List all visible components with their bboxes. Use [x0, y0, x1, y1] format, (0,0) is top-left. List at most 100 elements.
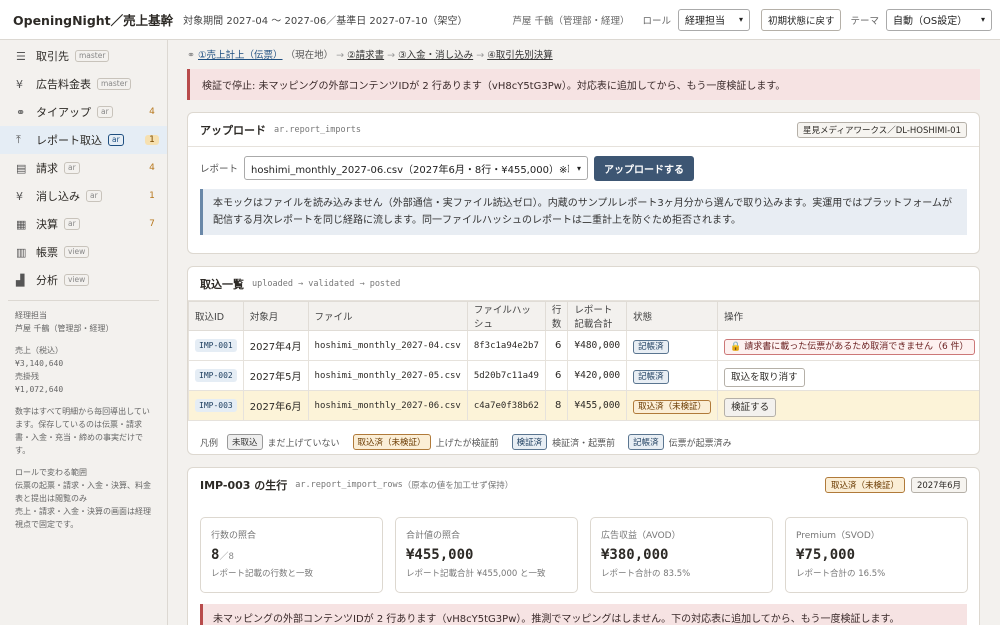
validation-error-banner: 検証で停止: 未マッピングの外部コンテンツIDが 2 行あります（vH8cY5t… — [187, 69, 980, 100]
stat-note: レポート記載の行数と一致 — [211, 569, 314, 579]
import-id: IMP-003 — [195, 399, 237, 412]
reset-button[interactable]: 初期状態に戻す — [760, 8, 842, 31]
column-header: 状態 — [626, 301, 719, 331]
breadcrumb-step-3[interactable]: ③入金・消し込み — [398, 50, 473, 61]
sidebar-item[interactable]: ▦ 決算 ar 7 — [0, 210, 167, 238]
role-select[interactable]: 経理担当 ▾ — [677, 8, 750, 31]
table-row: IMP-001 2027年4月 hoshimi_monthly_2027-04.cs… — [188, 330, 979, 361]
sidebar-item-chip: master — [75, 50, 110, 62]
stat-value: ¥455,000 — [406, 547, 474, 563]
sidebar-item-label: 取引先 — [36, 50, 69, 63]
file-name: hoshimi_monthly_2027-05.csv — [307, 360, 468, 391]
sidebar-item-chip: master — [97, 78, 132, 90]
theme-label: テーマ — [850, 15, 879, 27]
row-count: 8 — [544, 390, 569, 421]
sidebar-note: 数字はすべて明細から毎回導出しています。保存しているのは伝票・請求書・入金・充当… — [15, 407, 150, 455]
status-badge: 取込済（未検証） — [633, 399, 712, 414]
sidebar-item-label: 消し込み — [36, 190, 80, 203]
database-icon: ☰ — [16, 49, 26, 63]
file-hash: 8f3c1a94e2b7 — [466, 330, 546, 361]
status-badge: 記帳済 — [633, 339, 669, 354]
stat-label: 広告収益（AVOD） — [601, 531, 681, 541]
sidebar-item-label: タイアップ — [36, 106, 91, 119]
column-header: 行数 — [544, 301, 569, 331]
breadcrumb-step-1[interactable]: ①売上計上（伝票） — [198, 50, 283, 61]
table-name: ar.report_import_rows — [295, 480, 403, 490]
row-count: 6 — [544, 360, 569, 391]
sidebar-item-count: 1 — [149, 191, 155, 201]
sidebar-item[interactable]: ¥ 消し込み ar 1 — [0, 182, 167, 210]
breadcrumb: ⚭ ①売上計上（伝票） （現在地） → ②請求書 → ③入金・消し込み → ④取… — [187, 50, 553, 61]
sidebar-item[interactable]: ▤ 請求 ar 4 — [0, 154, 167, 182]
detail-title: IMP-003 の生行 — [200, 479, 288, 492]
sidebar-item-chip: ar — [86, 190, 102, 202]
upload-info: 本モックはファイルを読み込みません（外部通信・実ファイル読込ゼロ）。内蔵のサンプ… — [200, 189, 967, 235]
chevron-down-icon: ▾ — [738, 15, 743, 24]
validate-button[interactable]: 検証する — [724, 397, 777, 417]
stat-card: 広告収益（AVOD） ¥380,000 レポート合計の 83.5% — [590, 517, 773, 593]
sidebar-item-count: 1 — [145, 135, 159, 145]
sidebar-role: 経理担当 — [15, 311, 47, 320]
theme-select[interactable]: 自動（OS設定） ▾ — [886, 8, 992, 31]
month-badge: 2027年6月 — [910, 477, 967, 493]
receivable-value: ¥1,072,640 — [15, 385, 64, 394]
sidebar-item[interactable]: ⤒ レポート取込 ar 1 — [0, 126, 167, 154]
sidebar-divider — [8, 300, 159, 301]
sidebar-item-label: 決算 — [36, 218, 58, 231]
report-select[interactable]: hoshimi_monthly_2027-06.csv（2027年6月・8行・¥… — [244, 156, 589, 180]
sidebar-item-count: 4 — [149, 163, 155, 173]
upload-icon: ⤒ — [16, 133, 21, 146]
sidebar-item[interactable]: ¥ 広告料金表 master — [0, 70, 167, 98]
sidebar-item[interactable]: ▟ 分析 view — [0, 266, 167, 294]
upload-button[interactable]: アップロードする — [594, 155, 695, 181]
sidebar-note: 伝票の起票・請求・入金・決算、料金表と提出は閲覧のみ — [15, 481, 151, 503]
sidebar-item-chip: view — [64, 274, 90, 286]
table-row: IMP-002 2027年5月 hoshimi_monthly_2027-05.cs… — [188, 360, 979, 391]
column-header: ファイルハッシュ — [466, 301, 546, 331]
breadcrumb-step-4[interactable]: ④取引先別決算 — [487, 50, 553, 61]
breadcrumb-step-2[interactable]: ②請求書 — [347, 50, 384, 61]
yen-icon: ¥ — [16, 189, 23, 203]
sidebar-item[interactable]: ☰ 取引先 master — [0, 42, 167, 70]
app-brand: OpeningNight／売上基幹 — [13, 13, 174, 28]
sidebar-item[interactable]: ⚭ タイアップ ar 4 — [0, 98, 167, 126]
stat-value: ¥380,000 — [601, 547, 669, 563]
imports-card: 取込一覧 uploaded → validated → posted 取込ID 対… — [187, 266, 980, 455]
column-header: 対象月 — [242, 301, 309, 331]
current-user: 芦屋 千鶴（管理部・経理） — [512, 15, 630, 27]
report-total: ¥480,000 — [567, 330, 628, 361]
sidebar: ☰ 取引先 master ¥ 広告料金表 master ⚭ タイアップ ar 4 ⤒ レポート取込 ar… — [0, 40, 168, 625]
sales-label: 売上（税込） — [15, 346, 63, 355]
sidebar-item-label: 分析 — [36, 274, 58, 287]
status-flow: uploaded → validated → posted — [252, 278, 401, 289]
sidebar-item-count: 7 — [149, 219, 155, 229]
stat-note: レポート合計の 16.5% — [796, 569, 886, 579]
target-month: 2027年6月 — [242, 390, 309, 421]
column-header: 操作 — [717, 301, 979, 331]
stat-card: 合計値の照合 ¥455,000 レポート記載合計 ¥455,000 と一致 — [395, 517, 578, 593]
stat-note: レポート記載合計 ¥455,000 と一致 — [406, 569, 546, 579]
stat-denominator: ／8 — [219, 552, 234, 562]
file-hash: c4a7e0f38b62 — [466, 390, 546, 421]
stat-card: 行数の照合 8／8 レポート記載の行数と一致 — [200, 517, 383, 593]
file-hash: 5d20b7c11a49 — [466, 360, 546, 391]
status-badge: 記帳済 — [633, 369, 669, 384]
table-row: IMP-003 2027年6月 hoshimi_monthly_2027-06.cs… — [188, 390, 979, 421]
status-badge: 取込済（未検証） — [824, 477, 905, 493]
detail-note: （原本の値を加工せず保持） — [402, 481, 514, 491]
file-name: hoshimi_monthly_2027-04.csv — [307, 330, 468, 361]
cancel-import-button[interactable]: 取込を取り消す — [724, 367, 805, 387]
document-icon: ▤ — [16, 161, 27, 175]
mapping-warning: 未マッピングの外部コンテンツIDが 2 行あります（vH8cY5tG3Pw）。推… — [200, 604, 967, 625]
imports-table: 取込ID 対象月 ファイル ファイルハッシュ 行数 レポート記載合計 状態 操作 IMP-00… — [188, 301, 979, 421]
receivable-label: 売掛残 — [15, 372, 39, 381]
import-id: IMP-001 — [195, 339, 237, 352]
legend-status: 検証済 — [511, 434, 548, 450]
sidebar-item-chip: ar — [97, 106, 113, 118]
top-bar: OpeningNight／売上基幹 対象期間 2027-04 ～ 2027-06… — [0, 0, 1000, 40]
sidebar-item[interactable]: ▥ 帳票 view — [0, 238, 167, 266]
sidebar-item-label: 請求 — [36, 162, 58, 175]
sidebar-user: 芦屋 千鶴（管理部・経理） — [15, 324, 114, 333]
main-content: ⚭ ①売上計上（伝票） （現在地） → ②請求書 → ③入金・消し込み → ④取… — [169, 40, 1000, 625]
role-label: ロール — [642, 15, 671, 27]
